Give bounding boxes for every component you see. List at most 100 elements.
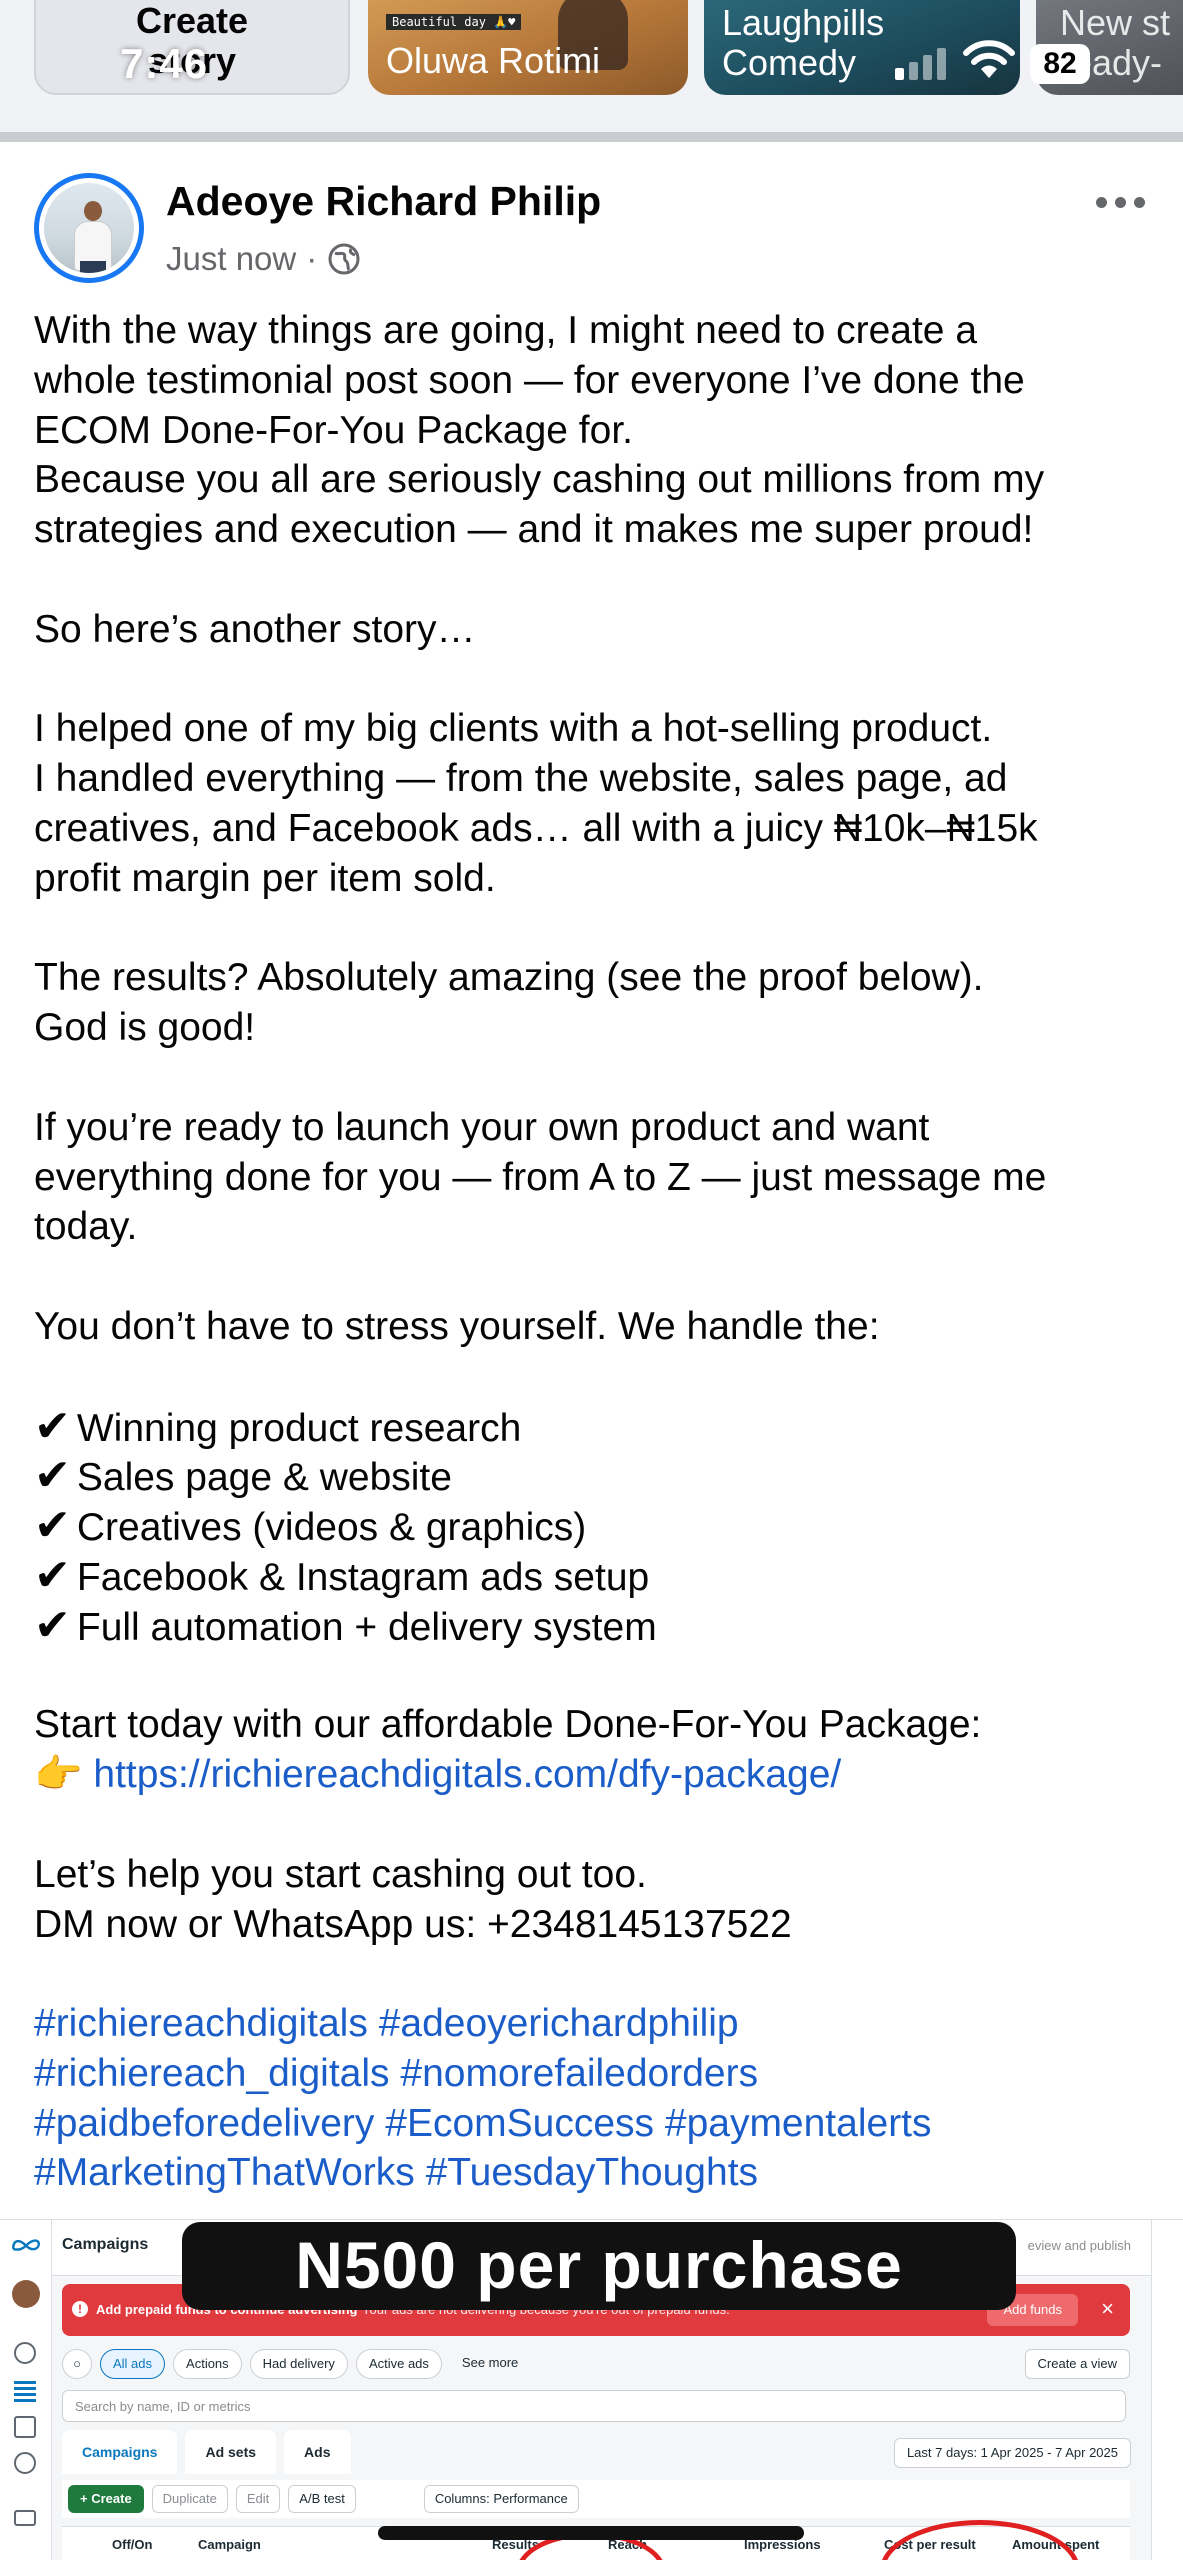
post-line: today. — [34, 1205, 138, 1249]
checklist-item: ✔ Winning product research — [34, 1401, 522, 1451]
post-line: With the way things are going, I might n… — [34, 309, 978, 352]
check-icon: ✔ — [34, 1600, 71, 1650]
more-options-icon[interactable] — [1096, 186, 1148, 218]
post-line: So here’s another story… — [34, 607, 476, 651]
post-image-ads-manager[interactable]: Campaigns eview and publish ! Add prepai… — [0, 2219, 1183, 2560]
filter-had-delivery[interactable]: Had delivery — [249, 2349, 348, 2379]
checklist-item: ✔ Creatives (videos & graphics) — [34, 1501, 587, 1551]
home-indicator — [378, 2526, 804, 2540]
tab-ads[interactable]: Ads — [284, 2430, 351, 2474]
post-line: 👉 https://richiereachdigitals.com/dfy-pa… — [34, 1750, 1164, 1800]
filter-active-ads[interactable]: Active ads — [355, 2349, 442, 2379]
create-button[interactable]: + Create — [68, 2485, 144, 2513]
checklist-item: ✔ Full automation + delivery system — [34, 1600, 657, 1650]
ads-level-tabs: Campaigns Ad sets Ads — [62, 2430, 351, 2474]
ads-search-input[interactable]: Search by name, ID or metrics — [62, 2390, 1126, 2422]
column-header[interactable]: Campaign — [198, 2537, 261, 2552]
ads-filter-bar: ○ All ads Actions Had delivery Active ad… — [62, 2344, 1130, 2384]
check-icon: ✔ — [34, 1550, 71, 1600]
post-line: If you’re ready to launch your own produ… — [34, 1105, 930, 1149]
checklist-item: ✔ Sales page & website — [34, 1451, 452, 1501]
meta-logo-icon — [12, 2239, 41, 2251]
hashtag[interactable]: #paymentalerts — [665, 2102, 932, 2145]
post-line: I handled everything — from the website,… — [34, 757, 1008, 801]
close-icon[interactable]: × — [1101, 2296, 1114, 2322]
campaigns-grid-icon[interactable] — [14, 2380, 36, 2402]
tab-campaigns[interactable]: Campaigns — [62, 2430, 178, 2474]
story-laughpills-comedy[interactable]: Laughpills Comedy — [704, 0, 1020, 95]
check-icon: ✔ — [34, 1501, 71, 1551]
hashtag[interactable]: #paidbeforedelivery — [34, 2102, 374, 2145]
create-view-button[interactable]: Create a view — [1024, 2349, 1130, 2379]
billing-icon[interactable] — [14, 2510, 36, 2526]
checklist-item: ✔ Facebook & Instagram ads setup — [34, 1550, 650, 1600]
duplicate-button[interactable]: Duplicate — [151, 2485, 228, 2513]
filter-actions[interactable]: Actions — [173, 2349, 242, 2379]
hashtag-line: #richiereach_digitals #nomorefailedorder… — [34, 2049, 1164, 2099]
edit-button[interactable]: Edit — [235, 2485, 281, 2513]
hashtag[interactable]: #adeoyerichardphilip — [379, 2002, 739, 2045]
date-range-picker[interactable]: Last 7 days: 1 Apr 2025 - 7 Apr 2025 — [893, 2438, 1131, 2468]
author-name[interactable]: Adeoye Richard Philip — [166, 178, 601, 225]
ab-test-button[interactable]: A/B test — [288, 2485, 356, 2513]
post-line: whole testimonial post soon — for everyo… — [34, 358, 1025, 402]
search-toggle-icon[interactable]: ○ — [62, 2349, 92, 2379]
post-line: The results? Absolutely amazing (see the… — [34, 956, 984, 1000]
tab-ad-sets[interactable]: Ad sets — [185, 2430, 277, 2474]
hashtag[interactable]: #nomorefailedorders — [400, 2052, 758, 2095]
meta-separator: · — [306, 240, 318, 277]
story-label: Oluwa Rotimi — [386, 40, 601, 81]
package-link[interactable]: https://richiereachdigitals.com/dfy-pack… — [93, 1753, 841, 1796]
hashtag-line: #paidbeforedelivery #EcomSuccess #paymen… — [34, 2099, 1164, 2149]
post-line: God is good! — [34, 1006, 256, 1050]
column-header[interactable]: Off/On — [112, 2537, 152, 2552]
ads-toolbar: + Create Duplicate Edit A/B test Columns… — [62, 2480, 1130, 2518]
story-label: New st ready- — [1060, 2, 1171, 83]
post-line: Let’s help you start cashing out too. — [34, 1852, 647, 1896]
columns-dropdown[interactable]: Columns: Performance — [423, 2485, 579, 2513]
post-line: DM now or WhatsApp us: +2348145137522 — [34, 1902, 792, 1946]
account-avatar[interactable] — [12, 2280, 40, 2308]
reports-icon[interactable] — [14, 2416, 36, 2438]
ads-left-sidebar — [0, 2220, 52, 2560]
post-meta: Just now · — [166, 240, 361, 278]
post-line: profit margin per item sold. — [34, 856, 496, 900]
filter-see-more[interactable]: See more — [450, 2349, 530, 2379]
post-line: Because you all are seriously cashing ou… — [34, 458, 1045, 502]
post-line: creatives, and Facebook ads… all with a … — [34, 806, 1038, 850]
story-new[interactable]: New st ready- — [1036, 0, 1183, 95]
hashtag-line: #richiereachdigitals #adeoyerichardphili… — [34, 1999, 1164, 2049]
hashtag[interactable]: #richiereachdigitals — [34, 2002, 368, 2045]
post-line: ECOM Done-For-You Package for. — [34, 408, 633, 452]
filter-all-ads[interactable]: All ads — [100, 2349, 166, 2379]
story-create-label: Create story — [135, 0, 249, 81]
post-time[interactable]: Just now — [166, 240, 296, 278]
hashtag-line: #MarketingThatWorks #TuesdayThoughts — [34, 2148, 1164, 2198]
post-line: everything done for you — from A to Z — … — [34, 1155, 1047, 1199]
pointing-hand-icon: 👉 — [34, 1753, 83, 1797]
review-publish-button[interactable]: eview and publish — [1028, 2238, 1131, 2253]
image-overlay-caption: N500 per purchase — [182, 2222, 1016, 2310]
section-divider — [0, 132, 1183, 142]
hashtag[interactable]: #MarketingThatWorks — [34, 2151, 415, 2194]
stories-strip: Create story Beautiful day 🙏♥ Oluwa Roti… — [0, 0, 1183, 132]
ads-right-sidebar — [1151, 2220, 1183, 2560]
story-banner-text: Beautiful day 🙏♥ — [386, 14, 522, 30]
post-line: strategies and execution — and it makes … — [34, 508, 1034, 552]
hashtag[interactable]: #EcomSuccess — [385, 2102, 654, 2145]
author-avatar[interactable] — [34, 173, 144, 283]
hashtag[interactable]: #richiereach_digitals — [34, 2052, 390, 2095]
check-icon: ✔ — [34, 1401, 71, 1451]
audiences-icon[interactable] — [14, 2452, 36, 2474]
post-line: I helped one of my big clients with a ho… — [34, 707, 993, 751]
warning-icon: ! — [72, 2301, 88, 2317]
story-oluwa-rotimi[interactable]: Beautiful day 🙏♥ Oluwa Rotimi — [368, 0, 688, 95]
story-create[interactable]: Create story — [34, 0, 350, 95]
post-line: Start today with our affordable Done-For… — [34, 1703, 982, 1747]
post-text: With the way things are going, I might n… — [34, 306, 1164, 2198]
hashtag[interactable]: #TuesdayThoughts — [426, 2151, 758, 2194]
ads-page-title: Campaigns — [62, 2236, 149, 2253]
check-icon: ✔ — [34, 1451, 71, 1501]
notifications-icon[interactable] — [14, 2342, 36, 2364]
globe-icon — [328, 243, 360, 275]
